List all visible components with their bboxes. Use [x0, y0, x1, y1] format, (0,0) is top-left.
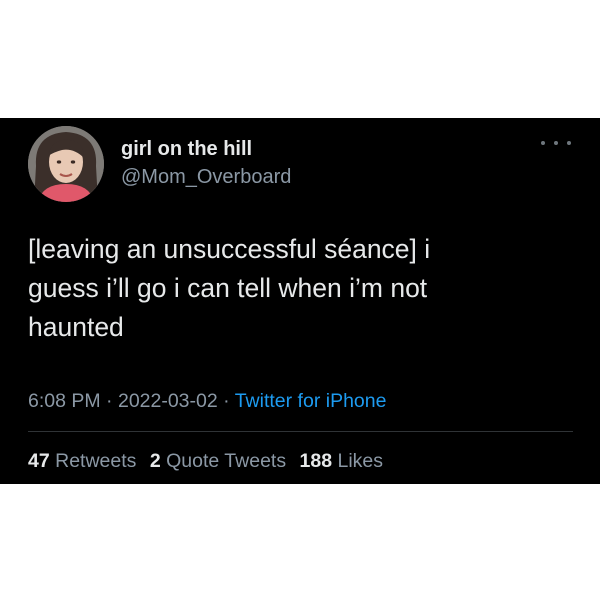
avatar[interactable] [28, 126, 104, 202]
retweets-count: 47 [28, 450, 50, 472]
page: girl on the hill @Mom_Overboard [leaving… [0, 0, 600, 600]
tweet-date[interactable]: 2022-03-02 [118, 390, 218, 412]
likes-stat[interactable]: 188 Likes [300, 450, 384, 472]
quote-tweets-label: Quote Tweets [166, 450, 287, 472]
likes-label: Likes [337, 450, 384, 472]
likes-count: 188 [299, 450, 333, 472]
retweets-label: Retweets [55, 450, 137, 472]
dot [541, 141, 545, 145]
author-handle[interactable]: @Mom_Overboard [121, 166, 291, 189]
dot [554, 141, 558, 145]
meta-separator: · [223, 390, 230, 412]
author-display-name[interactable]: girl on the hill [121, 138, 252, 161]
tweet-card: girl on the hill @Mom_Overboard [leaving… [0, 118, 600, 484]
tweet-time[interactable]: 6:08 PM [28, 390, 101, 412]
tweet-stats: 47 Retweets 2 Quote Tweets 188 Likes [28, 450, 391, 473]
meta-separator: · [106, 390, 113, 412]
tweet-source-link[interactable]: Twitter for iPhone [235, 390, 387, 412]
quote-tweets-count: 2 [149, 450, 161, 472]
tweet-meta: 6:08 PM · 2022-03-02 · Twitter for iPhon… [28, 390, 386, 413]
avatar-photo-icon [28, 126, 104, 202]
retweets-stat[interactable]: 47 Retweets [28, 450, 136, 472]
tweet-text: [leaving an unsuccessful séance] i guess… [28, 234, 431, 342]
more-horizontal-icon[interactable] [541, 136, 571, 150]
quote-tweets-stat[interactable]: 2 Quote Tweets [150, 450, 286, 472]
divider [28, 431, 573, 432]
dot [567, 141, 571, 145]
